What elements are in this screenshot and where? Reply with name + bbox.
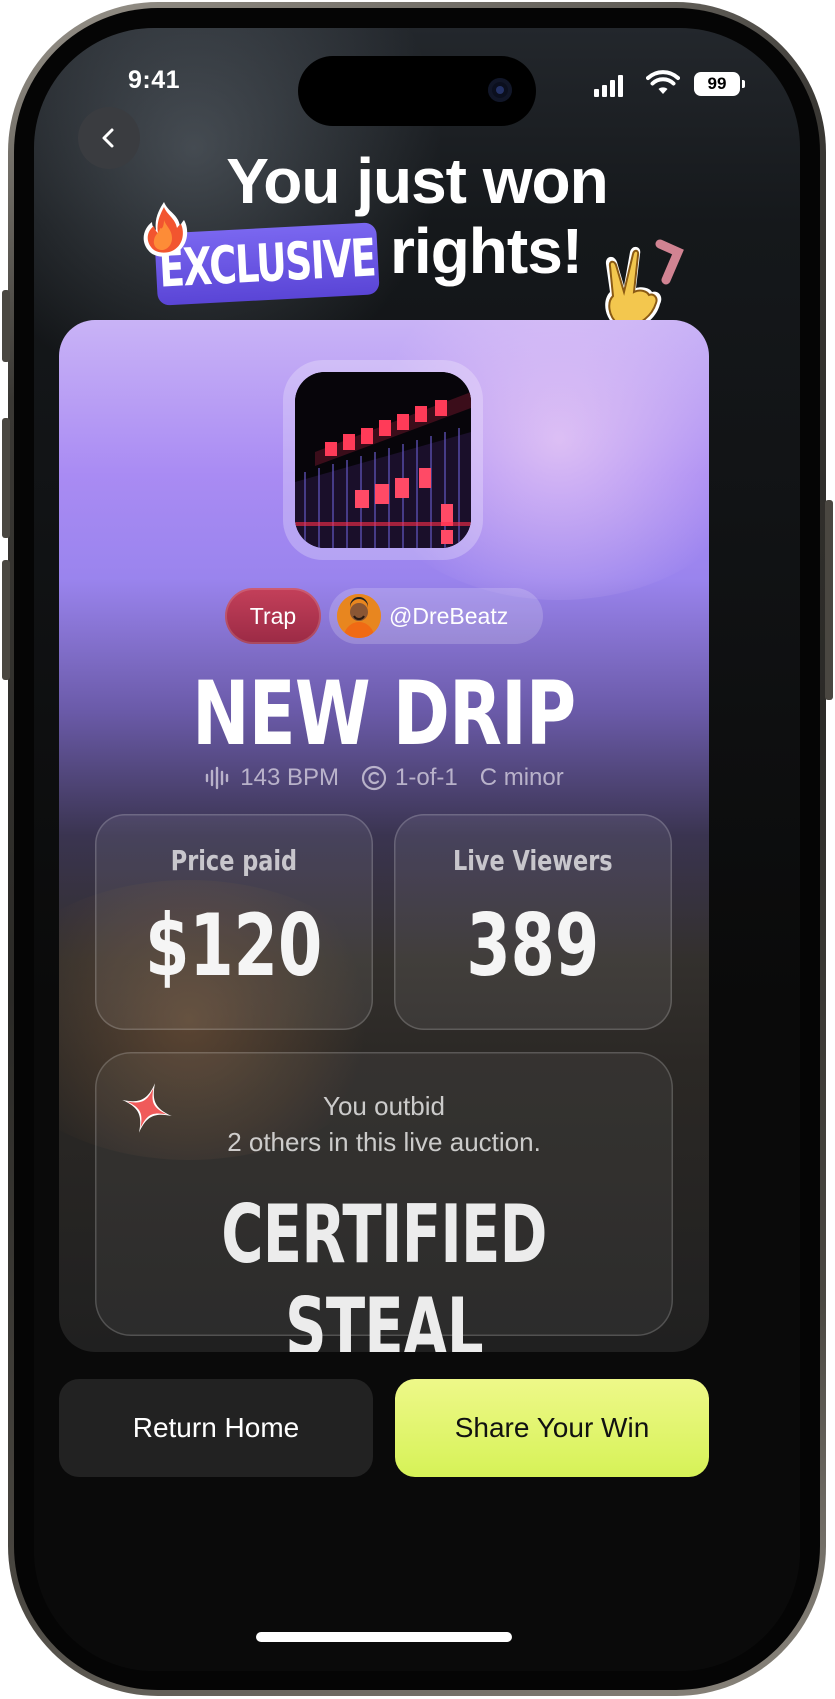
dynamic-island bbox=[298, 56, 536, 126]
app-screen: 9:41 99 You just won EXCLUSIVE rights! T… bbox=[34, 28, 800, 1671]
battery-indicator: 99 bbox=[694, 72, 745, 96]
track-title-text: NEW DRIP bbox=[192, 662, 576, 765]
outbid-line-1: You outbid bbox=[323, 1091, 445, 1121]
fire-icon bbox=[134, 198, 194, 265]
copyright-icon bbox=[361, 765, 387, 791]
viewers-stat-label: Live Viewers bbox=[394, 844, 672, 877]
win-card: Trap @DreBeatz NEW DRIP 143 BPM 1-of-1 C… bbox=[59, 320, 709, 1352]
outbid-line-2: 2 others in this live auction. bbox=[227, 1127, 541, 1157]
home-indicator[interactable] bbox=[256, 1632, 512, 1642]
cover-art-image bbox=[295, 372, 471, 548]
phone-side-button bbox=[2, 418, 10, 538]
share-win-button[interactable]: Share Your Win bbox=[395, 1379, 709, 1477]
result-card: You outbid 2 others in this live auction… bbox=[95, 1052, 673, 1352]
waveform-icon bbox=[206, 766, 229, 790]
status-time: 9:41 bbox=[128, 66, 181, 94]
camera-icon bbox=[488, 78, 512, 102]
result-headline: CERTIFIED STEAL bbox=[95, 1188, 673, 1352]
license-meta: 1-of-1 bbox=[361, 764, 458, 792]
license-value: 1-of-1 bbox=[395, 764, 458, 791]
genre-chip[interactable]: Trap bbox=[225, 588, 321, 644]
viewers-stat-card: Live Viewers 389 bbox=[394, 814, 672, 1030]
track-meta: 143 BPM 1-of-1 C minor bbox=[59, 764, 709, 792]
result-headline-text: CERTIFIED STEAL bbox=[221, 1188, 547, 1352]
phone-side-button bbox=[2, 290, 10, 362]
key-meta: C minor bbox=[480, 764, 564, 792]
price-stat-label-text: Price paid bbox=[170, 844, 298, 877]
headline-line-2: rights! bbox=[390, 215, 583, 287]
producer-handle: @DreBeatz bbox=[389, 603, 509, 629]
avatar bbox=[337, 594, 381, 638]
price-stat-card: Price paid $120 bbox=[95, 814, 373, 1030]
cellular-signal-icon bbox=[594, 75, 623, 97]
phone-power-button bbox=[825, 500, 833, 700]
producer-chip[interactable]: @DreBeatz bbox=[329, 588, 543, 644]
outbid-message: You outbid 2 others in this live auction… bbox=[95, 1088, 673, 1160]
viewers-stat-label-text: Live Viewers bbox=[453, 844, 613, 877]
key-value: C minor bbox=[479, 764, 564, 791]
cover-art-frame bbox=[283, 360, 483, 560]
viewers-stat-value: 389 bbox=[394, 896, 672, 996]
wifi-icon bbox=[646, 70, 680, 101]
return-home-button[interactable]: Return Home bbox=[59, 1379, 373, 1477]
bpm-value: 143 BPM bbox=[240, 764, 339, 791]
track-title: NEW DRIP bbox=[59, 662, 709, 765]
price-stat-label: Price paid bbox=[95, 844, 373, 877]
phone-side-button bbox=[2, 560, 10, 680]
price-stat-value-text: $120 bbox=[145, 896, 323, 996]
viewers-stat-value-text: 389 bbox=[466, 896, 600, 996]
price-stat-value: $120 bbox=[95, 896, 373, 996]
bpm-meta: 143 BPM bbox=[204, 764, 339, 792]
